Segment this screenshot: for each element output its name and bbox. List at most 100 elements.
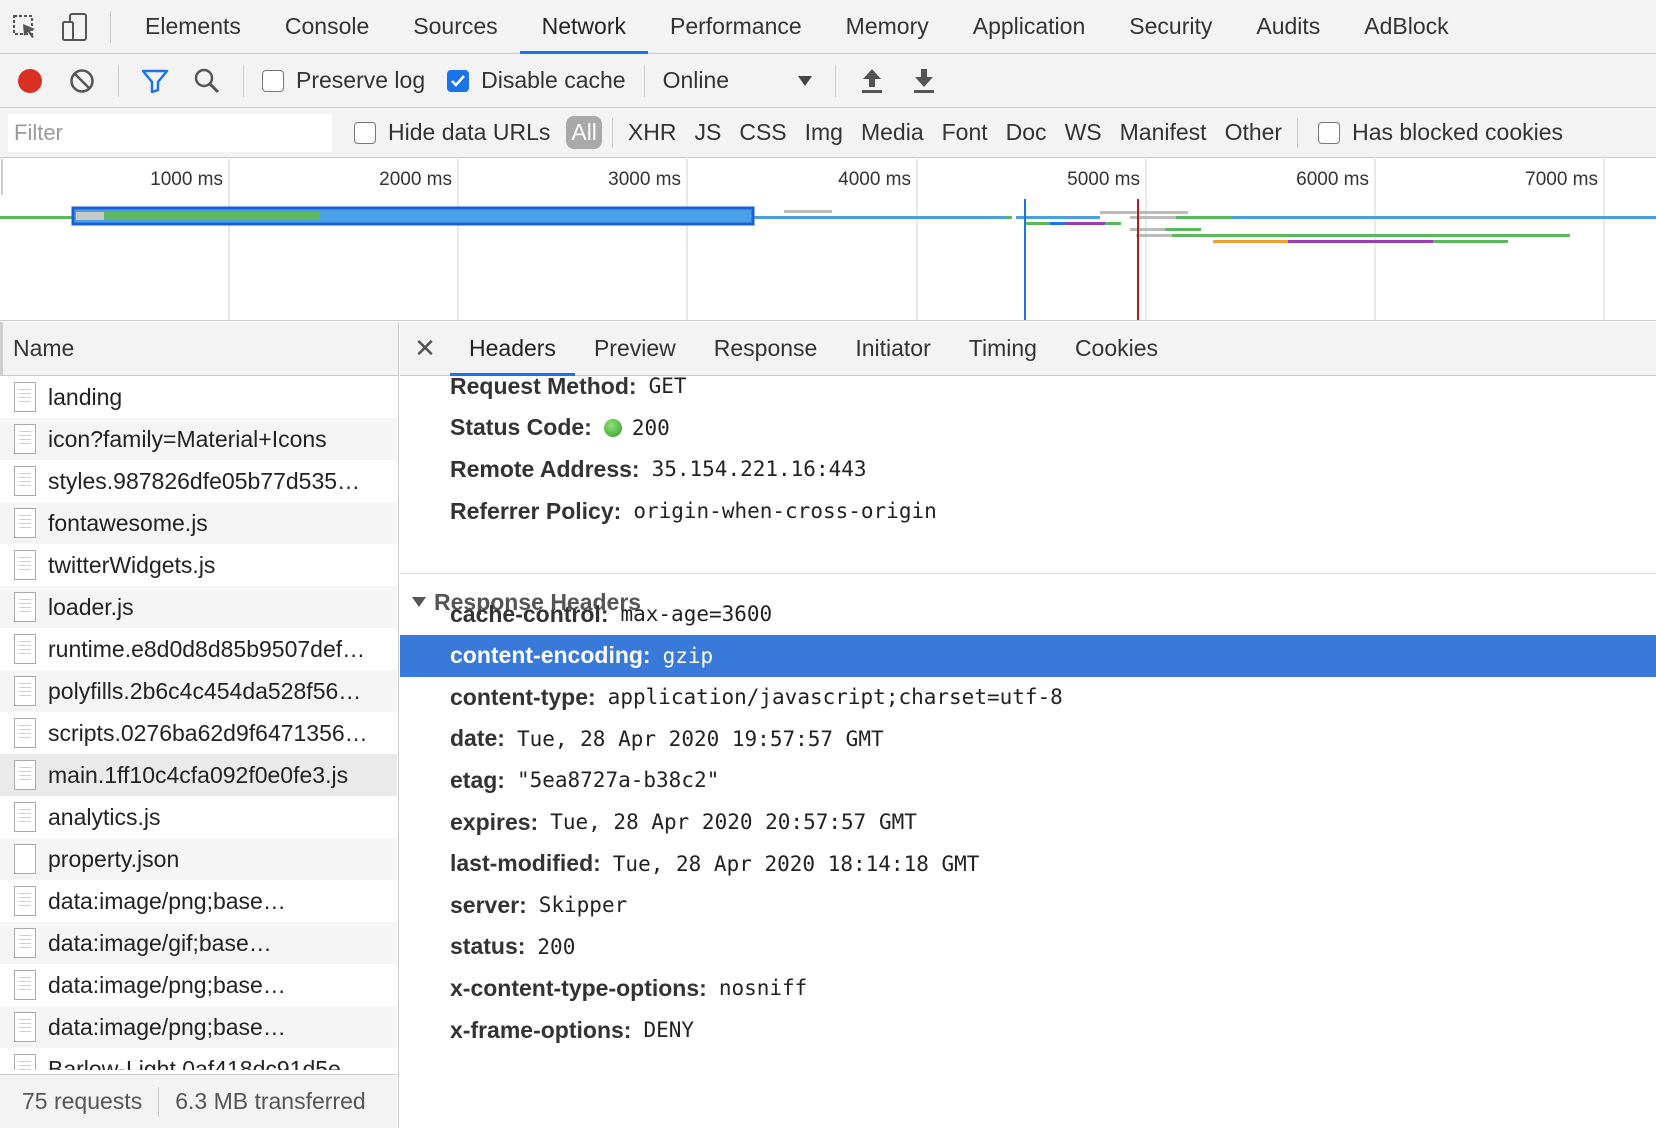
disable-cache-checkbox[interactable]: Disable cache bbox=[447, 67, 626, 94]
request-row[interactable]: data:image/gif;base… bbox=[0, 922, 397, 964]
filter-type-font[interactable]: Font bbox=[933, 117, 997, 148]
request-row[interactable]: runtime.e8d0d8d85b9507def… bbox=[0, 628, 397, 670]
export-har-icon[interactable] bbox=[898, 54, 950, 108]
response-header-row[interactable]: content-type: application/javascript;char… bbox=[400, 676, 1656, 718]
tab-security[interactable]: Security bbox=[1107, 0, 1234, 54]
response-header-row[interactable]: content-encoding: gzip bbox=[400, 634, 1656, 677]
device-toolbar-icon[interactable] bbox=[50, 0, 100, 54]
tab-elements[interactable]: Elements bbox=[123, 0, 263, 54]
tab-console[interactable]: Console bbox=[263, 0, 391, 54]
general-header-row[interactable]: Referrer Policy: origin-when-cross-origin bbox=[400, 490, 1656, 532]
filter-input[interactable] bbox=[8, 113, 332, 152]
tab-application[interactable]: Application bbox=[951, 0, 1108, 54]
devtools-tab-bar: Elements Console Sources Network Performance… bbox=[0, 0, 1656, 54]
filter-type-doc[interactable]: Doc bbox=[997, 117, 1056, 148]
request-name: data:image/png;base… bbox=[48, 1013, 286, 1040]
response-header-row[interactable]: x-frame-options: DENY bbox=[400, 1009, 1656, 1051]
filter-type-media[interactable]: Media bbox=[852, 117, 933, 148]
request-row[interactable]: data:image/png;base… bbox=[0, 964, 397, 1006]
preserve-log-label: Preserve log bbox=[296, 67, 426, 93]
clear-icon[interactable] bbox=[56, 54, 108, 108]
response-header-row[interactable]: server: Skipper bbox=[400, 884, 1656, 926]
request-row[interactable]: property.json bbox=[0, 838, 397, 880]
header-value: origin-when-cross-origin bbox=[633, 499, 937, 524]
timeline-bar bbox=[1176, 216, 1232, 219]
tab-memory[interactable]: Memory bbox=[824, 0, 951, 54]
response-header-row[interactable]: date: Tue, 28 Apr 2020 19:57:57 GMT bbox=[400, 718, 1656, 760]
preserve-log-checkbox[interactable]: Preserve log bbox=[262, 67, 425, 94]
file-icon bbox=[14, 466, 36, 496]
request-row[interactable]: styles.987826dfe05b77d535… bbox=[0, 460, 397, 502]
throttling-select[interactable]: Online bbox=[663, 67, 813, 94]
filter-type-all[interactable]: All bbox=[566, 116, 602, 149]
tab-network[interactable]: Network bbox=[519, 0, 648, 54]
timeline-bar bbox=[0, 216, 72, 219]
toolbar-divider bbox=[118, 64, 119, 97]
timeline-bar bbox=[1066, 222, 1105, 225]
filter-type-xhr[interactable]: XHR bbox=[619, 117, 686, 148]
filter-type-css[interactable]: CSS bbox=[730, 117, 795, 148]
response-header-row[interactable]: etag: "5ea8727a-b38c2" bbox=[400, 759, 1656, 801]
network-overview[interactable]: 1000 ms 2000 ms 3000 ms 4000 ms 5000 ms 6000 … bbox=[0, 159, 1656, 321]
request-name: Barlow-Light.0af418dc91d5e… bbox=[48, 1055, 364, 1071]
request-row[interactable]: main.1ff10c4cfa092f0e0fe3.js bbox=[0, 754, 397, 796]
tab-audits[interactable]: Audits bbox=[1234, 0, 1342, 54]
request-row[interactable]: polyfills.2b6c4c454da528f56… bbox=[0, 670, 397, 712]
general-header-row[interactable]: Request Method: GET bbox=[400, 365, 1656, 407]
request-row[interactable]: twitterWidgets.js bbox=[0, 544, 397, 586]
general-header-row[interactable]: Remote Address: 35.154.221.16:443 bbox=[400, 448, 1656, 490]
request-row[interactable]: icon?family=Material+Icons bbox=[0, 418, 397, 460]
search-icon[interactable] bbox=[181, 54, 233, 108]
response-header-row[interactable]: expires: Tue, 28 Apr 2020 20:57:57 GMT bbox=[400, 801, 1656, 843]
response-header-row[interactable]: cache-control: max-age=3600 bbox=[400, 593, 1656, 635]
transferred-size: 6.3 MB transferred bbox=[175, 1088, 366, 1114]
tick-label: 4000 ms bbox=[838, 169, 911, 190]
has-blocked-cookies-checkbox[interactable]: Has blocked cookies bbox=[1318, 119, 1563, 146]
request-row[interactable]: Barlow-Light.0af418dc91d5e… bbox=[0, 1048, 397, 1070]
file-icon bbox=[14, 382, 36, 412]
timeline-bar bbox=[104, 212, 320, 220]
filter-type-img[interactable]: Img bbox=[796, 117, 852, 148]
response-header-row[interactable]: x-content-type-options: nosniff bbox=[400, 967, 1656, 1009]
filter-type-ws[interactable]: WS bbox=[1056, 117, 1111, 148]
general-header-row[interactable]: Status Code: 200 bbox=[400, 407, 1656, 449]
record-icon[interactable] bbox=[4, 54, 56, 108]
request-row[interactable]: data:image/png;base… bbox=[0, 880, 397, 922]
response-header-row[interactable]: status: 200 bbox=[400, 926, 1656, 968]
checkbox-unchecked-icon[interactable] bbox=[354, 121, 376, 144]
file-icon bbox=[14, 1012, 36, 1042]
request-row[interactable]: fontawesome.js bbox=[0, 502, 397, 544]
request-row[interactable]: analytics.js bbox=[0, 796, 397, 838]
tab-sources[interactable]: Sources bbox=[391, 0, 519, 54]
request-row[interactable]: scripts.0276ba62d9f6471356… bbox=[0, 712, 397, 754]
request-row[interactable]: loader.js bbox=[0, 586, 397, 628]
header-name: content-encoding: bbox=[450, 642, 651, 669]
file-icon bbox=[14, 760, 36, 790]
response-header-row[interactable]: last-modified: Tue, 28 Apr 2020 18:14:18 … bbox=[400, 843, 1656, 885]
hide-data-urls-checkbox[interactable]: Hide data URLs bbox=[354, 119, 550, 146]
hide-data-urls-label: Hide data URLs bbox=[388, 119, 551, 145]
filter-divider bbox=[1297, 117, 1299, 148]
toolbar-divider bbox=[243, 64, 244, 97]
name-column-header[interactable]: Name bbox=[0, 322, 398, 376]
request-row[interactable]: data:image/png;base… bbox=[0, 1006, 397, 1048]
inspect-element-icon[interactable] bbox=[0, 0, 50, 54]
header-name: x-content-type-options: bbox=[450, 974, 707, 1001]
filter-type-js[interactable]: JS bbox=[685, 117, 730, 148]
request-name: main.1ff10c4cfa092f0e0fe3.js bbox=[48, 761, 349, 788]
header-value: Tue, 28 Apr 2020 20:57:57 GMT bbox=[550, 810, 917, 834]
tab-adblock[interactable]: AdBlock bbox=[1342, 0, 1470, 54]
request-row[interactable]: landing bbox=[0, 376, 397, 418]
import-har-icon[interactable] bbox=[846, 54, 898, 108]
header-name: content-type: bbox=[450, 683, 596, 710]
checkbox-unchecked-icon[interactable] bbox=[262, 69, 284, 92]
checkmark-icon[interactable] bbox=[447, 69, 470, 92]
tick-label: 1000 ms bbox=[150, 169, 223, 190]
filter-icon[interactable] bbox=[129, 54, 181, 108]
tab-performance[interactable]: Performance bbox=[648, 0, 824, 54]
timeline-bar bbox=[1046, 216, 1100, 219]
tick-label: 7000 ms bbox=[1525, 169, 1598, 190]
checkbox-unchecked-icon[interactable] bbox=[1318, 121, 1341, 144]
filter-type-manifest[interactable]: Manifest bbox=[1111, 117, 1216, 148]
filter-type-other[interactable]: Other bbox=[1216, 117, 1292, 148]
